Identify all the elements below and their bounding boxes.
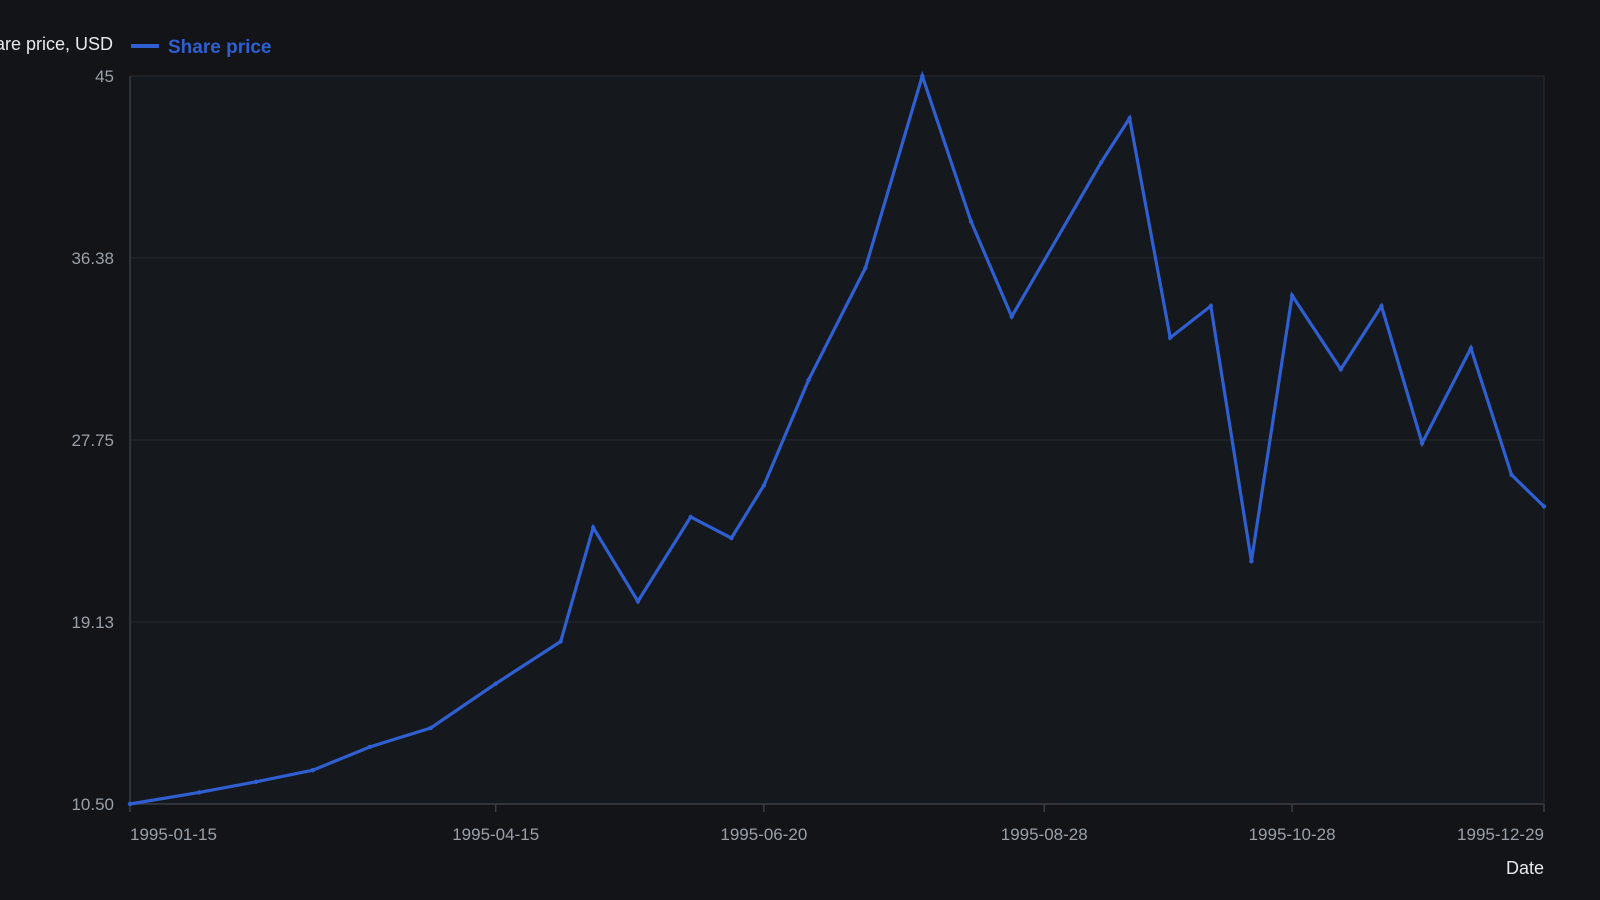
data-point[interactable] (1098, 160, 1104, 165)
chart-container: 10.50 19.13 27.75 36.38 45 1995-01-15 1995-04… (0, 0, 1600, 900)
data-point[interactable] (863, 265, 868, 271)
data-point[interactable] (558, 639, 563, 644)
data-point[interactable] (1468, 346, 1474, 351)
data-point[interactable] (688, 514, 693, 520)
data-point[interactable] (367, 744, 372, 750)
line-chart: 10.50 19.13 27.75 36.38 45 1995-01-15 1995-04… (0, 34, 1547, 878)
data-point[interactable] (920, 73, 925, 79)
data-point[interactable] (196, 790, 202, 795)
data-point[interactable] (127, 801, 133, 807)
x-axis-label: Date (1506, 858, 1544, 878)
data-point[interactable] (1009, 314, 1014, 319)
data-point[interactable] (1168, 335, 1173, 340)
data-point[interactable] (1338, 367, 1344, 372)
y-axis-label: Share price, USD (0, 34, 113, 54)
data-point[interactable] (761, 483, 767, 488)
x-tick-label: 1995-08-28 (1001, 825, 1088, 844)
data-point[interactable] (1379, 303, 1384, 309)
y-tick-label: 36.38 (71, 249, 114, 268)
data-point[interactable] (635, 599, 641, 604)
data-point[interactable] (1249, 559, 1254, 564)
data-point[interactable] (1208, 303, 1214, 309)
data-point[interactable] (428, 725, 433, 731)
data-point[interactable] (1289, 293, 1295, 298)
legend[interactable]: Share price (131, 37, 272, 58)
data-point[interactable] (1509, 472, 1514, 477)
data-point[interactable] (1541, 504, 1547, 509)
data-point[interactable] (968, 219, 974, 224)
data-point[interactable] (253, 779, 259, 784)
x-tick-label: 1995-04-15 (452, 825, 539, 844)
x-tick-label: 1995-01-15 (130, 825, 217, 844)
y-tick-label: 19.13 (71, 613, 114, 632)
data-point[interactable] (591, 525, 596, 530)
y-axis-ticks: 10.50 19.13 27.75 36.38 45 (71, 67, 114, 814)
data-point[interactable] (493, 681, 498, 686)
data-point[interactable] (310, 768, 315, 773)
data-point[interactable] (806, 377, 811, 383)
data-point[interactable] (1127, 116, 1132, 121)
data-point[interactable] (729, 535, 734, 541)
legend-label: Share price (168, 37, 272, 58)
y-tick-label: 10.50 (71, 795, 114, 814)
x-tick-label: 1995-10-28 (1249, 825, 1336, 844)
x-axis-ticks: 1995-01-15 1995-04-15 1995-06-20 1995-08-28… (129, 804, 1545, 844)
y-tick-label: 45 (95, 67, 114, 86)
x-tick-label: 1995-12-29 (1457, 825, 1544, 844)
data-point[interactable] (1419, 441, 1425, 446)
y-tick-label: 27.75 (71, 431, 114, 450)
x-tick-label: 1995-06-20 (720, 825, 807, 844)
